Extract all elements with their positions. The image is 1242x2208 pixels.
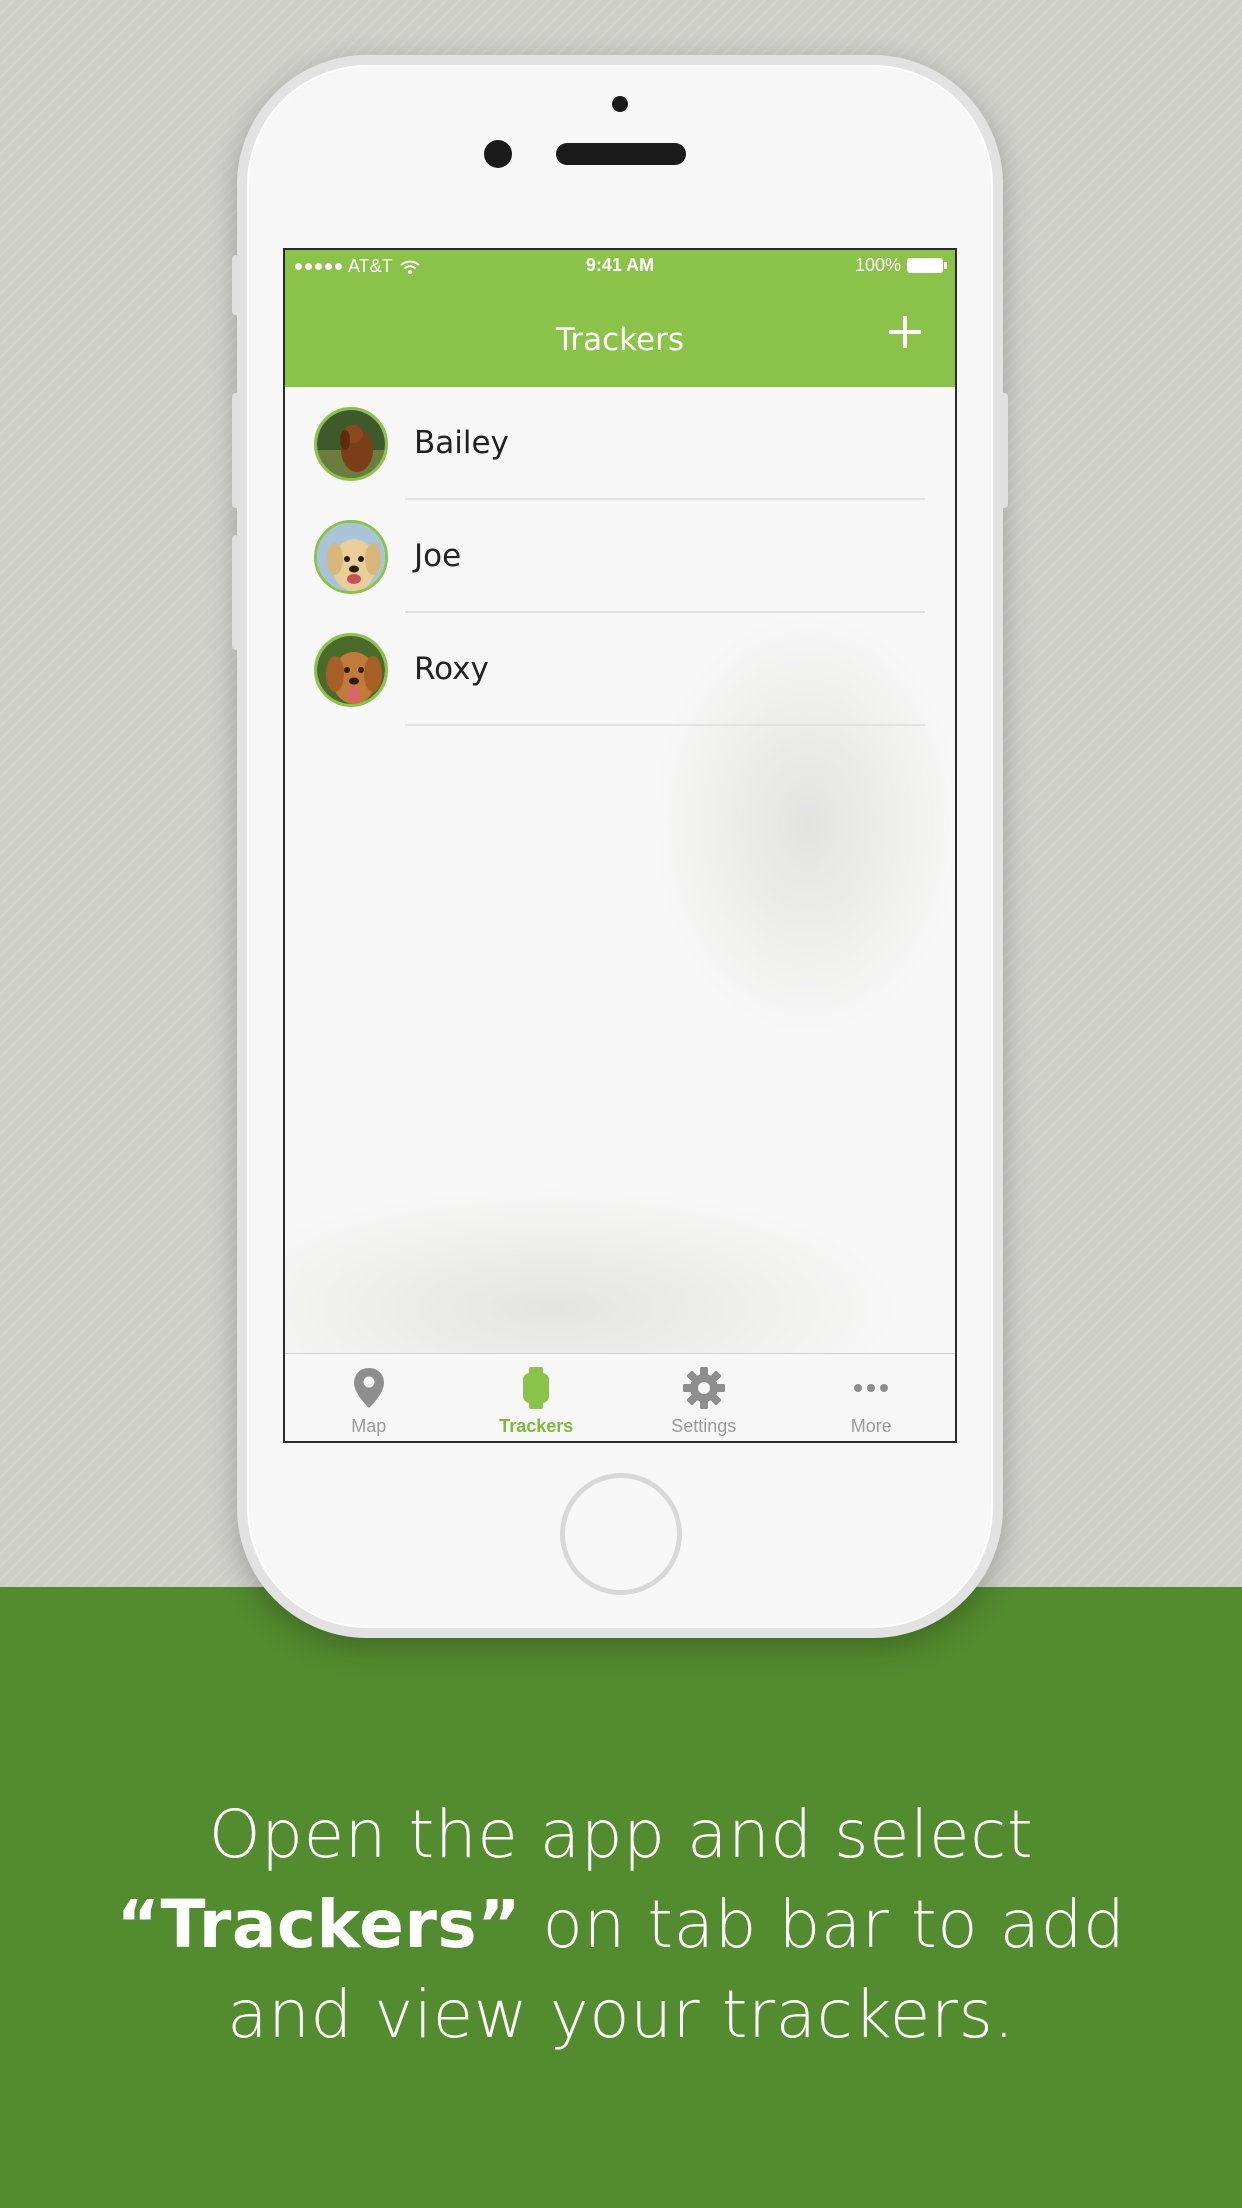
tab-settings[interactable]: Settings (620, 1354, 788, 1441)
tracker-name: Roxy (414, 651, 489, 687)
map-pin-icon (353, 1368, 384, 1408)
battery-icon (907, 258, 947, 273)
proximity-sensor (612, 96, 628, 112)
avatar (314, 407, 388, 481)
earpiece-speaker (556, 143, 686, 165)
ellipsis-icon (854, 1384, 889, 1392)
caption-line-2: “Trackers” on tab bar to add (0, 1880, 1242, 1970)
avatar (314, 633, 388, 707)
tracker-name: Bailey (414, 425, 509, 461)
tab-label: Settings (671, 1416, 737, 1436)
list-item[interactable]: Bailey (285, 387, 955, 500)
plus-icon[interactable] (883, 310, 927, 354)
caption-text: Open the app and select “Trackers” on ta… (0, 1790, 1242, 2060)
mute-switch (232, 255, 240, 315)
tab-map[interactable]: Map (285, 1354, 453, 1441)
front-camera (484, 140, 512, 168)
battery-percent: 100% (854, 255, 901, 275)
tab-trackers[interactable]: Trackers (453, 1354, 621, 1441)
caption-line-1: Open the app and select (208, 1796, 1034, 1873)
caption-highlight: “Trackers” (116, 1886, 522, 1963)
tab-label: Map (351, 1416, 387, 1436)
tracker-name: Joe (414, 538, 462, 574)
volume-down-button (232, 535, 240, 650)
row-divider (405, 724, 925, 726)
page-title: Trackers (556, 322, 684, 358)
tab-bar: Map Trackers Settings More (285, 1353, 955, 1441)
status-bar: AT&T 9:41 AM 100% (285, 250, 955, 280)
list-item[interactable]: Roxy (285, 613, 955, 726)
power-button (1000, 393, 1008, 508)
caption-line-3: and view your trackers. (227, 1976, 1015, 2053)
volume-up-button (232, 393, 240, 508)
trackers-list: Bailey Joe Roxy (285, 387, 955, 726)
navigation-bar: AT&T 9:41 AM 100% Trackers (285, 250, 955, 387)
gear-icon (682, 1367, 725, 1409)
status-right: 100% (854, 255, 947, 276)
home-button[interactable] (560, 1473, 682, 1595)
app-screen: AT&T 9:41 AM 100% Trackers Bailey Joe Ro… (283, 248, 957, 1443)
list-item[interactable]: Joe (285, 500, 955, 613)
tab-more[interactable]: More (788, 1354, 956, 1441)
avatar (314, 520, 388, 594)
caption-line-2-rest: on tab bar to add (521, 1886, 1126, 1963)
tab-label: Trackers (499, 1416, 574, 1436)
watch-icon (523, 1367, 550, 1409)
tab-label: More (850, 1416, 892, 1436)
